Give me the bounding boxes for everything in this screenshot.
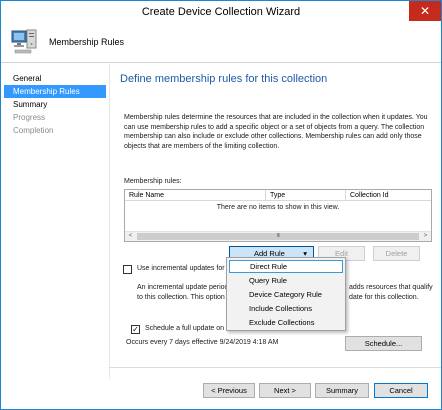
cancel-button[interactable]: Cancel (374, 383, 428, 398)
sidebar-item-general[interactable]: General (4, 72, 106, 85)
window-title: Create Device Collection Wizard (141, 6, 301, 18)
computer-icon (11, 29, 37, 54)
incremental-desc-line1-right: adds resources that qualify (349, 284, 433, 291)
menu-item-query-rule[interactable]: Query Rule (229, 274, 343, 287)
column-rule-name[interactable]: Rule Name (125, 190, 266, 201)
membership-rules-grid[interactable]: Rule Name Type Collection Id There are n… (124, 189, 432, 242)
incremental-desc-line1-left: An incremental update periodic (137, 284, 234, 291)
wizard-header-title: Membership Rules (49, 37, 125, 47)
page-title: Define membership rules for this collect… (120, 73, 328, 85)
footer-divider (109, 367, 441, 368)
sidebar-item-completion: Completion (13, 126, 54, 135)
schedule-button[interactable]: Schedule... (345, 336, 422, 351)
menu-item-include-collections[interactable]: Include Collections (229, 302, 343, 315)
incremental-desc-line2-left: to this collection. This option do (137, 293, 235, 301)
menu-item-direct-rule[interactable]: Direct Rule (229, 260, 343, 273)
page-description: Membership rules determine the resources… (124, 114, 428, 150)
grid-header: Rule Name Type Collection Id (125, 190, 431, 201)
menu-item-exclude-collections[interactable]: Exclude Collections (229, 316, 343, 329)
horizontal-scrollbar[interactable]: < III > (125, 231, 431, 241)
grid-empty-message: There are no items to show in this view. (216, 204, 340, 211)
sidebar-item-summary[interactable]: Summary (4, 98, 106, 111)
scroll-thumb[interactable]: III (137, 233, 419, 240)
delete-button[interactable]: Delete (373, 246, 420, 261)
wizard-header: Membership Rules (1, 23, 441, 63)
sidebar-item-membership-rules[interactable]: Membership Rules (4, 85, 106, 98)
add-rule-dropdown-menu: Direct Rule Query Rule Device Category R… (226, 257, 346, 331)
incremental-updates-checkbox[interactable] (123, 265, 132, 274)
scroll-left-icon[interactable]: < (125, 232, 136, 241)
wizard-window: Create Device Collection Wizard ✕ Member… (0, 0, 442, 410)
column-type[interactable]: Type (266, 190, 346, 201)
next-button[interactable]: Next > (259, 383, 311, 398)
main-content: Define membership rules for this collect… (109, 64, 441, 379)
title-bar: Create Device Collection Wizard ✕ (1, 1, 441, 23)
close-button[interactable]: ✕ (409, 1, 441, 21)
membership-rules-label: Membership rules: (124, 178, 182, 185)
schedule-description: Occurs every 7 days effective 9/24/2019 … (126, 339, 279, 346)
schedule-full-update-checkbox[interactable]: ✓ (131, 325, 140, 334)
scroll-right-icon[interactable]: > (420, 232, 431, 241)
incremental-updates-label: Use incremental updates for this (137, 265, 238, 272)
summary-button[interactable]: Summary (315, 383, 369, 398)
previous-button[interactable]: < Previous (203, 383, 255, 398)
column-collection-id[interactable]: Collection Id (346, 190, 431, 201)
incremental-desc-line2-right: date for this collection. (349, 293, 419, 301)
sidebar-item-progress: Progress (13, 113, 46, 122)
menu-item-device-category-rule[interactable]: Device Category Rule (229, 288, 343, 301)
wizard-sidebar: General Membership Rules Summary Progres… (1, 64, 109, 379)
